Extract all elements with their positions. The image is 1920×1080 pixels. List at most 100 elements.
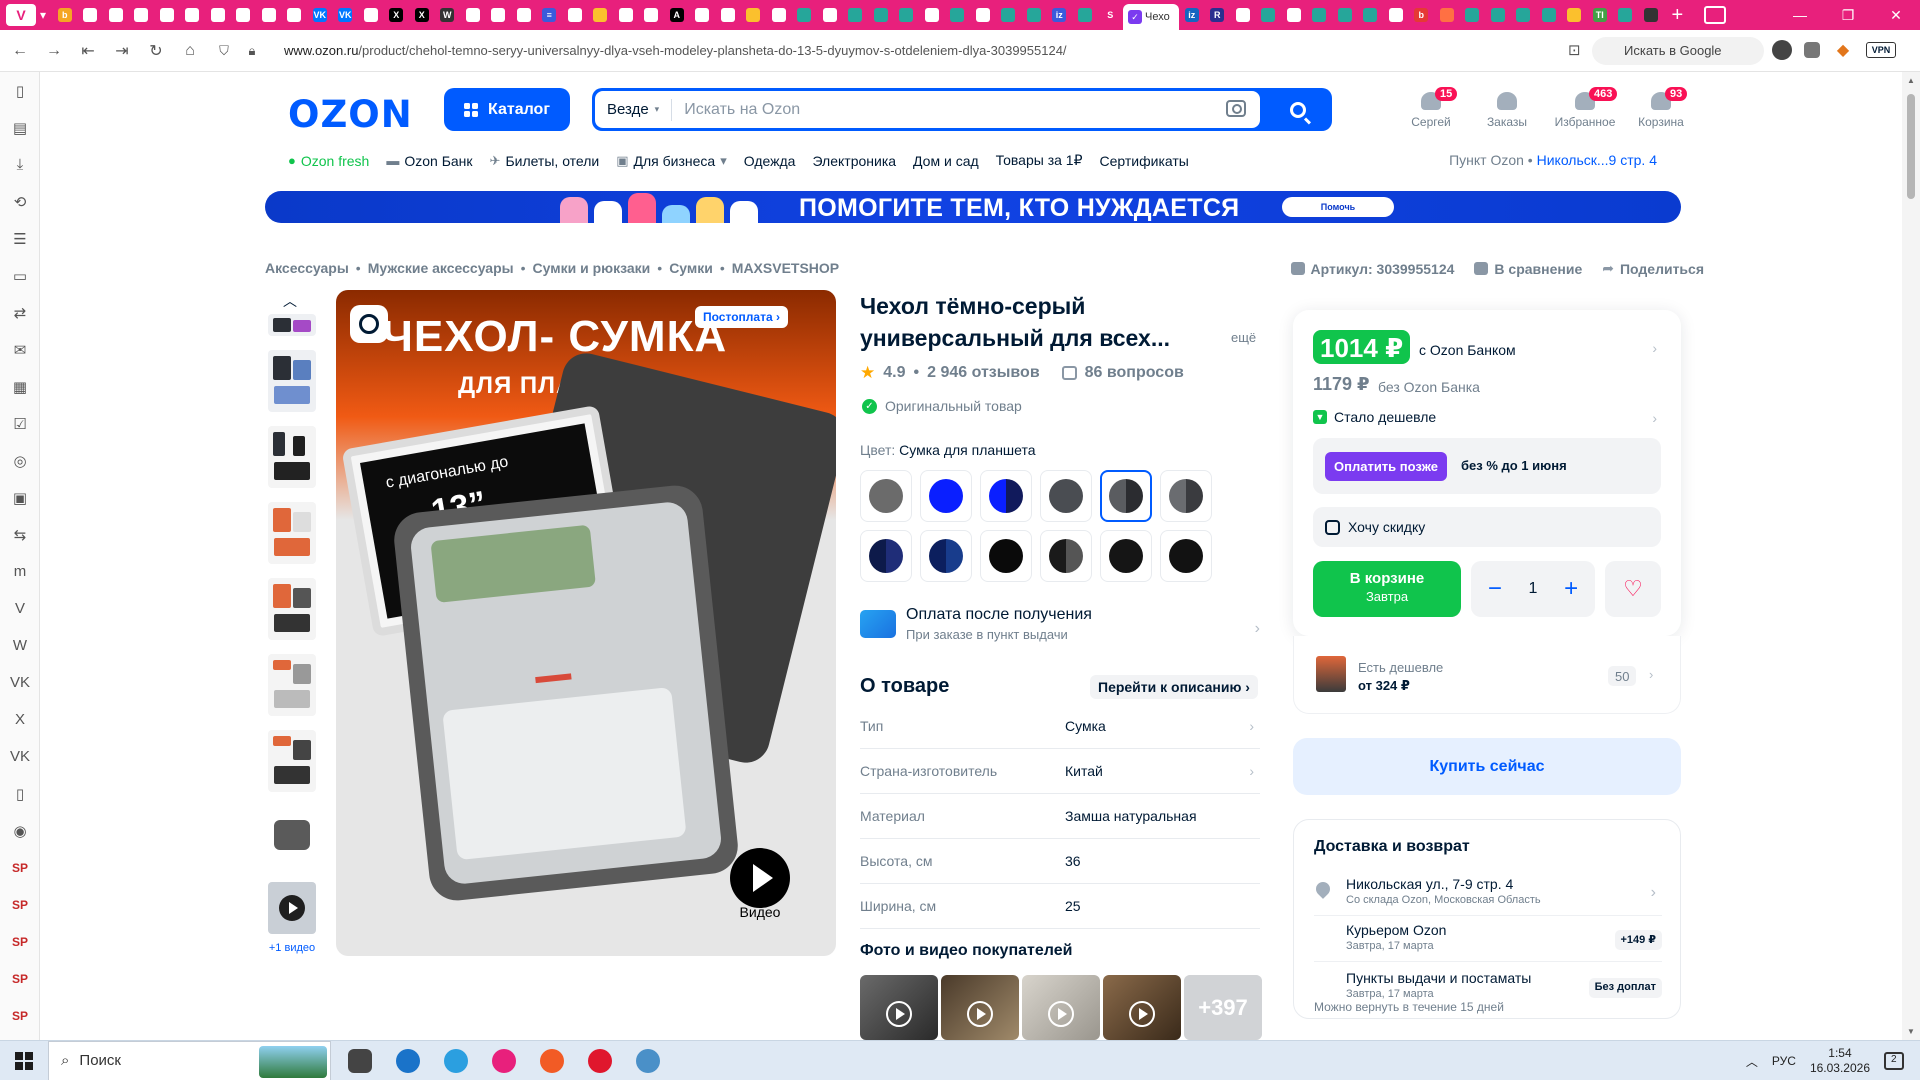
compare-button[interactable]: В сравнение — [1474, 260, 1582, 277]
vk-icon-2[interactable]: VK — [0, 738, 40, 775]
tab-b-15[interactable] — [1562, 4, 1588, 26]
tab-b-5[interactable] — [1307, 4, 1333, 26]
window-icon[interactable]: ▭ — [0, 257, 40, 294]
article-number[interactable]: Артикул: 3039955124 — [1290, 260, 1454, 277]
web-icon[interactable]: ◉ — [0, 812, 40, 849]
telegram-icon[interactable] — [629, 1042, 667, 1080]
tab-a-5[interactable] — [180, 4, 206, 26]
thumbnail[interactable] — [268, 426, 316, 488]
product-main-image[interactable]: ЧЕХОЛ- СУМКА ДЛЯ ПЛАНШЕТА с диагональю д… — [336, 290, 836, 956]
questions-count[interactable]: 86 вопросов — [1085, 364, 1184, 382]
buyer-video[interactable] — [1022, 975, 1100, 1040]
tab-b-16[interactable]: TI — [1587, 4, 1613, 26]
thumbnail[interactable] — [268, 578, 316, 640]
tab-a-30[interactable] — [817, 4, 843, 26]
thumbnail[interactable] — [268, 350, 316, 412]
tab-b-4[interactable] — [1281, 4, 1307, 26]
image-search-icon[interactable] — [350, 305, 388, 343]
pickup-point-selector[interactable]: Пункт Ozon • Никольск...9 стр. 4 — [1449, 152, 1657, 168]
tab-a-25[interactable] — [690, 4, 716, 26]
video-thumbnail[interactable] — [268, 882, 316, 934]
camera-icon[interactable] — [1226, 100, 1246, 117]
tab-a-8[interactable] — [256, 4, 282, 26]
tab-b-6[interactable] — [1332, 4, 1358, 26]
outlook-icon[interactable] — [389, 1042, 427, 1080]
product-rating[interactable]: ★ 4.9 • 2 946 отзывов 86 вопросов — [860, 363, 1184, 383]
vivaldi-taskbar-icon[interactable] — [485, 1042, 523, 1080]
sp-panel-icon[interactable]: SP — [0, 960, 40, 997]
tab-active[interactable]: ✓ Чехо — [1123, 4, 1180, 30]
nav-one-ruble[interactable]: Товары за 1₽ — [996, 152, 1083, 169]
tab-b-10[interactable] — [1434, 4, 1460, 26]
minimize-button[interactable]: — — [1776, 7, 1824, 23]
rewind-button[interactable]: ⇤ — [74, 37, 102, 65]
tab-b-0[interactable]: iz — [1179, 4, 1205, 26]
metamask-icon[interactable]: ◆ — [1832, 39, 1854, 61]
chevron-right-icon[interactable]: › — [1652, 340, 1657, 356]
tab-a-37[interactable] — [996, 4, 1022, 26]
new-tab-button[interactable]: + — [1672, 4, 1684, 27]
price-with-bank[interactable]: 1014 ₽ — [1313, 330, 1411, 364]
nav-business[interactable]: ▣ Для бизнеса ▾ — [616, 153, 727, 169]
quantity-decrease-button[interactable]: − — [1481, 575, 1509, 603]
taskbar-search[interactable]: ⌕ Поиск — [48, 1040, 331, 1080]
color-swatch[interactable] — [1100, 470, 1152, 522]
tab-b-14[interactable] — [1536, 4, 1562, 26]
tab-b-12[interactable] — [1485, 4, 1511, 26]
color-swatch[interactable] — [980, 530, 1032, 582]
close-button[interactable]: ✕ — [1872, 7, 1920, 24]
fast-forward-button[interactable]: ⇥ — [108, 37, 136, 65]
pay-after-receipt[interactable]: Оплата после получения При заказе в пунк… — [860, 606, 1260, 642]
nav-clothes[interactable]: Одежда — [744, 153, 796, 169]
tab-a-23[interactable] — [639, 4, 665, 26]
tab-b-13[interactable] — [1511, 4, 1537, 26]
sp-panel-icon[interactable]: SP — [0, 923, 40, 960]
back-button[interactable]: ← — [6, 37, 34, 65]
tab-a-34[interactable] — [919, 4, 945, 26]
tab-a-11[interactable]: VK — [333, 4, 359, 26]
color-swatch[interactable] — [1100, 530, 1152, 582]
brave-icon[interactable] — [533, 1042, 571, 1080]
translate-icon[interactable]: ⇄ — [0, 294, 40, 331]
thumbnails-up-arrow-icon[interactable]: ︿ — [283, 291, 297, 311]
tab-a-41[interactable]: S — [1098, 4, 1124, 26]
color-swatch[interactable] — [1160, 470, 1212, 522]
pay-later-button[interactable]: Оплатить позже — [1325, 452, 1447, 481]
vivaldi-icon[interactable]: V — [0, 590, 40, 627]
tab-a-20[interactable] — [562, 4, 588, 26]
tab-a-29[interactable] — [792, 4, 818, 26]
tab-a-18[interactable] — [511, 4, 537, 26]
task-view-icon[interactable] — [341, 1042, 379, 1080]
tab-b-11[interactable] — [1460, 4, 1486, 26]
feed-icon[interactable]: ◎ — [0, 442, 40, 479]
color-swatch[interactable] — [1160, 530, 1212, 582]
tab-a-13[interactable]: X — [384, 4, 410, 26]
notes-icon[interactable]: ▤ — [0, 109, 40, 146]
banner-help-button[interactable]: Помочь — [1282, 197, 1394, 217]
ozon-logo[interactable]: OZON — [288, 93, 413, 136]
tab-b-9[interactable]: b — [1409, 4, 1435, 26]
bookmark-page-icon[interactable]: ⊡ — [1568, 41, 1581, 59]
history-icon[interactable]: ⟲ — [0, 183, 40, 220]
contacts-icon[interactable]: ▣ — [0, 479, 40, 516]
opera-icon[interactable] — [581, 1042, 619, 1080]
tab-a-33[interactable] — [894, 4, 920, 26]
sync-icon[interactable]: ⇆ — [0, 516, 40, 553]
orders-button[interactable]: Заказы — [1467, 92, 1547, 129]
thumbnail[interactable] — [268, 654, 316, 716]
tab-a-39[interactable]: iz — [1047, 4, 1073, 26]
search-button[interactable] — [1264, 88, 1332, 131]
buyer-video[interactable] — [860, 975, 938, 1040]
color-swatch[interactable] — [920, 470, 972, 522]
nav-certificates[interactable]: Сертификаты — [1100, 153, 1189, 169]
cheaper-offers-card[interactable]: Есть дешевле от 324 ₽ 50 › — [1293, 636, 1681, 714]
tab-b-18[interactable] — [1638, 4, 1664, 26]
catalog-button[interactable]: Каталог — [444, 88, 570, 131]
chevron-right-icon[interactable]: › — [1652, 410, 1657, 426]
tab-a-35[interactable] — [945, 4, 971, 26]
url-field[interactable]: www.ozon.ru/product/chehol-temno-seryy-u… — [284, 43, 1564, 58]
spec-row[interactable]: Тип Сумка › — [860, 704, 1260, 749]
download-icon[interactable]: ⤓ — [0, 146, 40, 183]
tab-a-9[interactable] — [282, 4, 308, 26]
tab-a-16[interactable] — [460, 4, 486, 26]
